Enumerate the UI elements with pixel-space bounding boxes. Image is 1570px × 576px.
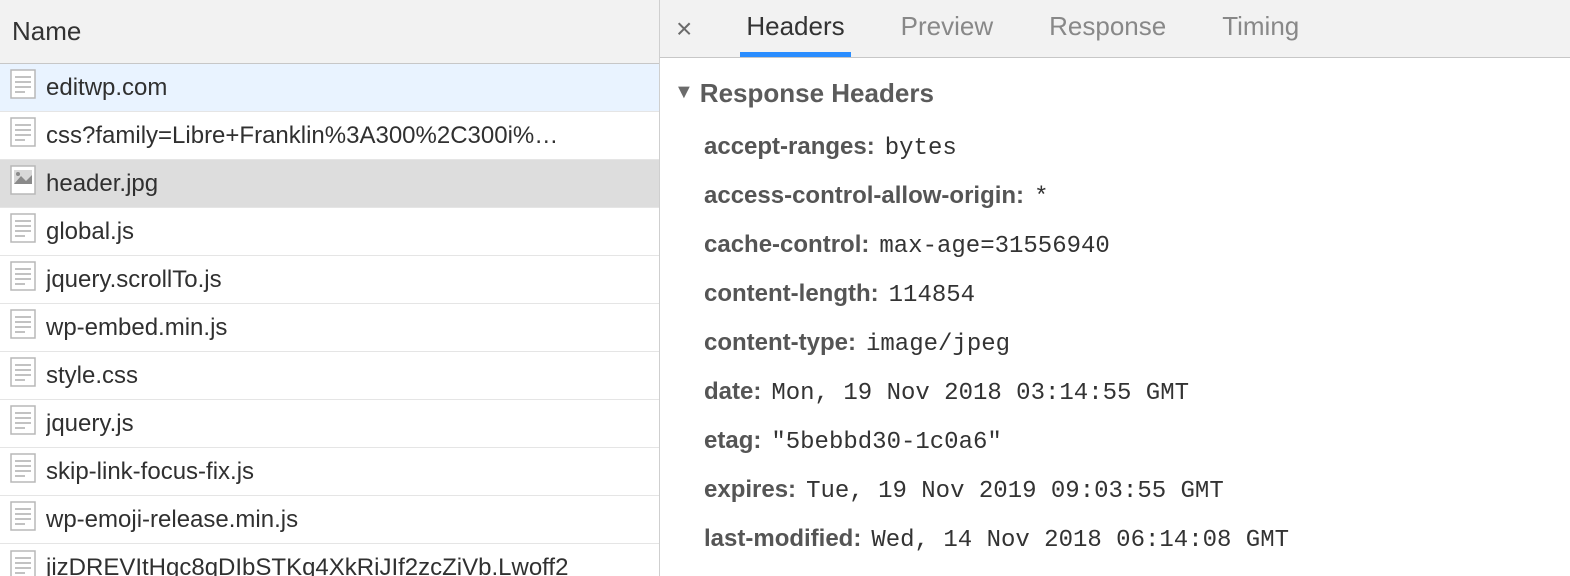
response-headers-section-toggle[interactable]: ▼ Response Headers	[674, 78, 1556, 109]
request-details-panel: × Headers Preview Response Timing ▼ Respons…	[660, 0, 1570, 576]
response-header-row: expires: Tue, 19 Nov 2019 09:03:55 GMT	[674, 466, 1556, 515]
caret-down-icon: ▼	[674, 81, 694, 104]
header-name: content-length:	[704, 280, 879, 308]
request-row[interactable]: skip-link-focus-fix.js	[0, 448, 659, 496]
request-row[interactable]: jquery.scrollTo.js	[0, 256, 659, 304]
document-file-icon	[10, 261, 46, 298]
response-header-row: etag: "5bebbd30-1c0a6"	[674, 417, 1556, 466]
response-header-row: accept-ranges: bytes	[674, 123, 1556, 172]
close-icon[interactable]: ×	[676, 15, 692, 43]
response-header-row: access-control-allow-origin: *	[674, 172, 1556, 221]
header-value: Mon, 19 Nov 2018 03:14:55 GMT	[771, 380, 1189, 407]
header-value: 114854	[889, 282, 975, 309]
request-name: wp-embed.min.js	[46, 314, 227, 342]
document-file-icon	[10, 453, 46, 490]
request-row[interactable]: style.css	[0, 352, 659, 400]
request-row[interactable]: global.js	[0, 208, 659, 256]
header-value: Tue, 19 Nov 2019 09:03:55 GMT	[806, 478, 1224, 505]
column-header-name[interactable]: Name	[0, 0, 659, 64]
header-name: expires:	[704, 476, 796, 504]
header-name: cache-control:	[704, 231, 869, 259]
response-header-row: cache-control: max-age=31556940	[674, 221, 1556, 270]
header-name: etag:	[704, 427, 761, 455]
request-row[interactable]: header.jpg	[0, 160, 659, 208]
request-name: wp-emoji-release.min.js	[46, 506, 298, 534]
section-title: Response Headers	[700, 78, 934, 109]
tab-timing[interactable]: Timing	[1216, 0, 1305, 57]
header-value: image/jpeg	[866, 331, 1010, 358]
tab-preview[interactable]: Preview	[895, 0, 999, 57]
request-name: jquery.scrollTo.js	[46, 266, 222, 294]
document-file-icon	[10, 117, 46, 154]
document-file-icon	[10, 213, 46, 250]
request-name: global.js	[46, 218, 134, 246]
request-row[interactable]: css?family=Libre+Franklin%3A300%2C300i%…	[0, 112, 659, 160]
request-name: jquery.js	[46, 410, 134, 438]
request-row[interactable]: editwp.com	[0, 64, 659, 112]
document-file-icon	[10, 405, 46, 442]
image-file-icon	[10, 165, 46, 202]
header-value: "5bebbd30-1c0a6"	[771, 429, 1001, 456]
network-request-list: Name editwp.com css?family=Libre+Franklin…	[0, 0, 660, 576]
request-row[interactable]: jizDREVItHgc8qDIbSTKq4XkRiJIf2zcZiVb.Lwo…	[0, 544, 659, 576]
document-file-icon	[10, 357, 46, 394]
tabbar: × Headers Preview Response Timing	[660, 0, 1570, 58]
request-name: editwp.com	[46, 74, 167, 102]
document-file-icon	[10, 69, 46, 106]
header-name: date:	[704, 378, 761, 406]
request-row[interactable]: wp-embed.min.js	[0, 304, 659, 352]
header-name: content-type:	[704, 329, 856, 357]
request-name: css?family=Libre+Franklin%3A300%2C300i%…	[46, 122, 558, 150]
document-file-icon	[10, 309, 46, 346]
header-value: bytes	[885, 135, 957, 162]
header-value: *	[1034, 184, 1048, 211]
tab-response[interactable]: Response	[1043, 0, 1172, 57]
request-name: style.css	[46, 362, 138, 390]
document-file-icon	[10, 550, 46, 576]
header-name: accept-ranges:	[704, 133, 875, 161]
response-header-row: content-length: 114854	[674, 270, 1556, 319]
response-header-row: content-type: image/jpeg	[674, 319, 1556, 368]
request-row[interactable]: wp-emoji-release.min.js	[0, 496, 659, 544]
request-name: skip-link-focus-fix.js	[46, 458, 254, 486]
header-name: access-control-allow-origin:	[704, 182, 1024, 210]
document-file-icon	[10, 501, 46, 538]
header-value: max-age=31556940	[879, 233, 1109, 260]
header-value: Wed, 14 Nov 2018 06:14:08 GMT	[871, 527, 1289, 554]
header-name: last-modified:	[704, 525, 861, 553]
request-name: jizDREVItHgc8qDIbSTKq4XkRiJIf2zcZiVb.Lwo…	[46, 554, 568, 576]
response-header-row: date: Mon, 19 Nov 2018 03:14:55 GMT	[674, 368, 1556, 417]
tab-headers[interactable]: Headers	[740, 0, 850, 57]
request-name: header.jpg	[46, 170, 158, 198]
response-header-row: last-modified: Wed, 14 Nov 2018 06:14:08 …	[674, 515, 1556, 564]
request-row[interactable]: jquery.js	[0, 400, 659, 448]
